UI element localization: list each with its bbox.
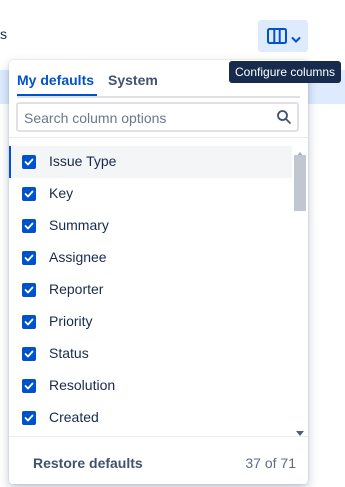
checkbox[interactable]	[22, 251, 36, 265]
list-item[interactable]: Assignee	[9, 242, 292, 274]
tab-my-defaults[interactable]: My defaults	[17, 72, 94, 88]
checkbox[interactable]	[22, 315, 36, 329]
checkbox[interactable]	[22, 187, 36, 201]
checkbox[interactable]	[22, 347, 36, 361]
divider	[9, 137, 308, 138]
checkbox[interactable]	[22, 219, 36, 233]
checkbox[interactable]	[22, 283, 36, 297]
column-config-dropdown: My defaults System Issue Type Key	[9, 60, 308, 484]
list-item[interactable]: Summary	[9, 210, 292, 242]
configure-columns-tooltip: Configure columns	[229, 61, 342, 83]
list-item[interactable]: Issue Type	[9, 146, 292, 178]
scrollbar-thumb[interactable]	[294, 155, 306, 211]
selected-count: 37 of 71	[245, 455, 296, 471]
list-item[interactable]: Priority	[9, 306, 292, 338]
list-scrollbar[interactable]	[293, 140, 307, 436]
search-icon[interactable]	[276, 109, 292, 130]
column-label: Priority	[49, 313, 93, 329]
search-input[interactable]	[22, 107, 276, 129]
list-item[interactable]: Status	[9, 338, 292, 370]
column-label: Created	[49, 409, 99, 425]
active-tab-indicator	[17, 94, 97, 96]
column-label: Issue Type	[49, 153, 117, 169]
configure-columns-button[interactable]	[258, 20, 308, 52]
checkbox[interactable]	[22, 379, 36, 393]
chevron-down-icon	[291, 31, 301, 49]
column-label: Reporter	[49, 281, 104, 297]
column-label: Status	[49, 345, 89, 361]
tab-system[interactable]: System	[108, 72, 158, 88]
columns-icon	[267, 28, 287, 49]
list-item[interactable]: Reporter	[9, 274, 292, 306]
header-text-fragment: s	[0, 26, 7, 42]
dropdown-footer: Restore defaults 37 of 71	[9, 436, 308, 484]
checkbox[interactable]	[22, 155, 36, 169]
column-label: Resolution	[49, 377, 116, 393]
checkbox[interactable]	[22, 411, 36, 425]
column-label: Summary	[49, 217, 109, 233]
selection-indicator	[9, 146, 11, 178]
column-options-list: Issue Type Key Summary Assignee Reporter	[9, 146, 292, 436]
list-item[interactable]: Created	[9, 402, 292, 434]
list-item[interactable]: Key	[9, 178, 292, 210]
list-item[interactable]: Resolution	[9, 370, 292, 402]
restore-defaults-button[interactable]: Restore defaults	[33, 455, 143, 471]
column-label: Key	[49, 185, 74, 201]
column-label: Assignee	[49, 249, 107, 265]
search-box	[16, 102, 299, 132]
